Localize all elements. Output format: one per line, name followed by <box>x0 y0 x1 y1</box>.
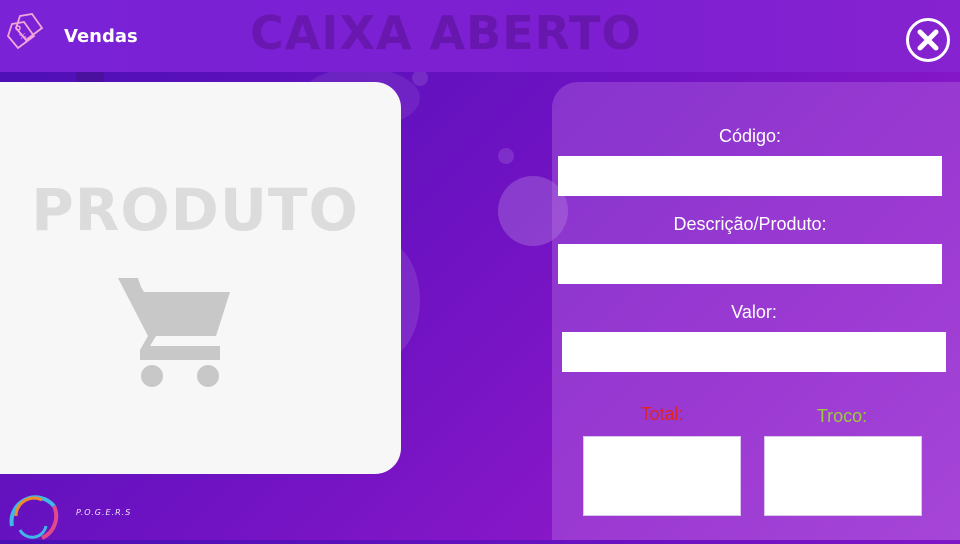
close-button[interactable] <box>906 18 950 62</box>
total-display <box>583 436 741 516</box>
price-tag-icon: % <box>6 10 50 54</box>
valor-input[interactable] <box>562 332 946 372</box>
top-bar: % Vendas CAIXA ABERTO <box>0 0 960 72</box>
bg-bubble <box>498 148 514 164</box>
product-label: PRODUTO <box>31 176 359 244</box>
ring-logo-icon <box>2 486 64 540</box>
troco-label: Troco: <box>816 406 868 426</box>
svg-text:%: % <box>19 32 27 41</box>
descricao-input[interactable] <box>558 244 942 284</box>
total-label: Total: <box>640 404 684 424</box>
app-title: Vendas <box>64 26 138 47</box>
close-icon <box>917 29 939 51</box>
status-title: CAIXA ABERTO <box>250 6 642 60</box>
codigo-label: Código: <box>718 126 782 146</box>
codigo-input[interactable] <box>558 156 942 196</box>
brand-text: P.O.G.E.R.S <box>76 508 132 517</box>
product-panel: PRODUTO <box>0 82 401 474</box>
valor-label: Valor: <box>731 302 777 322</box>
shopping-cart-icon <box>116 274 232 388</box>
bg-bubble <box>412 70 428 86</box>
descricao-label: Descrição/Produto: <box>673 214 827 234</box>
troco-display <box>764 436 922 516</box>
